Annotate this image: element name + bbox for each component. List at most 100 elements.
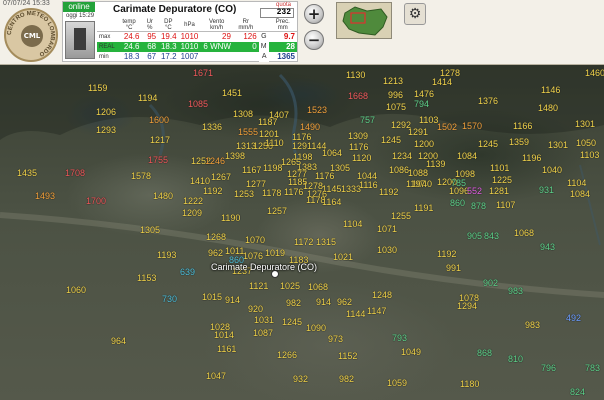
station-value-label[interactable]: 1193 [157,250,176,260]
station-value-label[interactable]: 878 [471,201,486,211]
station-value-label[interactable]: 1147 [367,306,386,316]
station-value-label[interactable]: 1084 [457,151,477,161]
station-value-label[interactable]: 1336 [202,122,222,132]
station-value-label[interactable]: 1480 [153,191,173,201]
station-value-label[interactable]: 1305 [140,225,160,235]
station-value-label[interactable]: 1087 [253,328,273,338]
station-value-label[interactable]: 1493 [35,191,55,201]
station-value-label[interactable]: 1255 [391,211,411,221]
region-minimap[interactable] [336,2,392,39]
station-value-label[interactable]: 1086 [389,165,409,175]
station-value-label[interactable]: 1253 [234,189,254,199]
station-value-label[interactable]: 730 [162,294,177,304]
station-value-label[interactable]: 982 [339,374,354,384]
station-value-label[interactable]: 1246 [205,156,225,166]
station-value-label[interactable]: 1103 [580,150,599,160]
station-value-label[interactable]: 1021 [333,252,353,262]
station-value-label[interactable]: 905 [467,231,482,241]
station-value-label[interactable]: 1144 [346,309,365,319]
station-value-label[interactable]: 914 [225,295,240,305]
settings-button[interactable]: ⚙ [404,3,426,25]
station-value-label[interactable]: 639 [180,267,195,277]
station-value-label[interactable]: 1068 [308,282,328,292]
station-value-label[interactable]: 1187 [258,117,277,127]
station-value-label[interactable]: 1116 [359,180,378,190]
station-value-label[interactable]: 1200 [414,139,434,149]
station-value-label[interactable]: 1460 [585,68,604,78]
station-value-label[interactable]: 1120 [352,153,371,163]
station-value-label[interactable]: 1090 [306,323,326,333]
station-value-label[interactable]: 1198 [263,163,282,173]
station-value-label[interactable]: 1291 [408,127,428,137]
station-value-label[interactable]: 1570 [462,121,482,131]
station-value-label[interactable]: 1076 [243,251,263,261]
station-value-label[interactable]: 796 [541,363,556,373]
station-value-label[interactable]: 996 [388,90,403,100]
station-value-label[interactable]: 964 [111,336,126,346]
station-value-label[interactable]: 1196 [522,153,541,163]
station-value-label[interactable]: 931 [539,185,554,195]
station-value-label[interactable]: 1031 [254,315,274,325]
station-value-label[interactable]: 1206 [96,107,116,117]
station-value-label[interactable]: 1755 [148,155,168,165]
station-value-label[interactable]: 1502 [437,122,457,132]
station-value-label[interactable]: 1301 [548,140,568,150]
station-value-label[interactable]: 991 [446,263,461,273]
station-value-label[interactable]: 1281 [489,186,509,196]
station-value-label[interactable]: 1700 [86,196,106,206]
station-value-label[interactable]: 1267 [211,172,231,182]
station-value-label[interactable]: 1523 [307,105,327,115]
station-value-label[interactable]: 983 [508,286,523,296]
station-value-label[interactable]: 1265 [281,157,301,167]
station-value-label[interactable]: 1315 [316,237,336,247]
station-value-label[interactable]: 1668 [348,91,368,101]
station-value-label[interactable]: 932 [293,374,308,384]
station-value-label[interactable]: 920 [248,304,263,314]
station-value-label[interactable]: 793 [392,333,407,343]
station-value-label[interactable]: 1110 [265,138,284,148]
station-value-label[interactable]: 1014 [214,330,234,340]
station-value-label[interactable]: 1178 [262,188,281,198]
station-value-label[interactable]: 783 [585,363,600,373]
station-value-label[interactable]: 1166 [513,121,532,131]
station-value-label[interactable]: 943 [540,242,555,252]
station-value-label[interactable]: 962 [337,297,352,307]
station-value-label[interactable]: 1060 [66,285,86,295]
station-value-label[interactable]: 1121 [249,281,268,291]
station-value-label[interactable]: 1161 [217,344,236,354]
station-value-label[interactable]: 1217 [150,135,170,145]
zoom-in-button[interactable]: + [304,4,324,24]
station-value-label[interactable]: 983 [525,320,540,330]
station-value-label[interactable]: 1476 [414,89,434,99]
station-value-label[interactable]: 757 [360,115,375,125]
station-value-label[interactable]: 1245 [478,139,498,149]
station-value-label[interactable]: 1197 [406,179,425,189]
station-value-label[interactable]: 1176 [284,187,303,197]
station-value-label[interactable]: 1398 [225,151,245,161]
station-value-label[interactable]: 1030 [377,245,397,255]
station-value-label[interactable]: 1359 [509,137,529,147]
station-value-label[interactable]: 1278 [440,68,460,78]
station-value-label[interactable]: 810 [508,354,523,364]
station-value-label[interactable]: 1308 [233,109,253,119]
station-value-label[interactable]: 1101 [490,163,509,173]
station-value-label[interactable]: 1047 [206,371,226,381]
station-value-label[interactable]: 1213 [383,76,403,86]
station-value-label[interactable]: 1245 [282,317,302,327]
station-value-label[interactable]: 1146 [541,85,560,95]
station-value-label[interactable]: 1268 [206,232,226,242]
station-value-label[interactable]: 794 [414,99,429,109]
station-value-label[interactable]: 1139 [426,159,445,169]
station-value-label[interactable]: 1225 [492,175,512,185]
station-value-label[interactable]: 1248 [372,290,392,300]
station-value-label[interactable]: 1104 [567,178,586,188]
station-value-label[interactable]: 1376 [478,96,498,106]
station-value-label[interactable]: 1234 [392,151,412,161]
station-value-label[interactable]: 860 [450,198,465,208]
station-value-label[interactable]: 1309 [348,131,368,141]
station-value-label[interactable]: 1040 [542,165,562,175]
station-value-label[interactable]: 1176 [349,142,368,152]
station-value-label[interactable]: 1600 [149,115,169,125]
station-value-label[interactable]: 1167 [242,165,261,175]
station-value-label[interactable]: 1070 [245,235,265,245]
